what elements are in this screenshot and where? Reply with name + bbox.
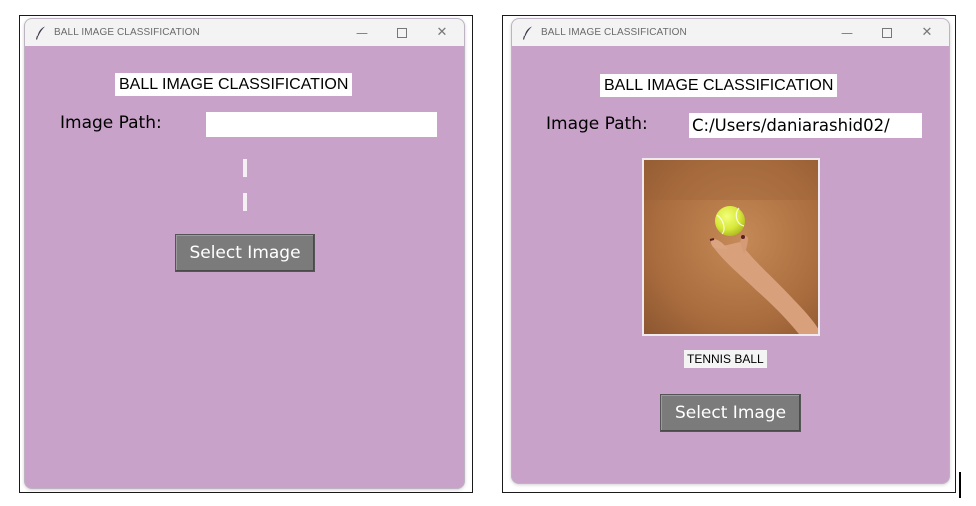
maximize-button[interactable]: [867, 19, 907, 46]
maximize-icon: [397, 27, 407, 38]
left-app-window: BALL IMAGE CLASSIFICATION — ✕ BALL IMAGE…: [24, 18, 465, 489]
title-bar[interactable]: BALL IMAGE CLASSIFICATION — ✕: [512, 19, 949, 46]
maximize-button[interactable]: [382, 19, 422, 46]
close-button[interactable]: ✕: [907, 19, 947, 46]
separator-top: [243, 159, 247, 177]
right-app-window: BALL IMAGE CLASSIFICATION — ✕ BALL IMAGE…: [511, 18, 950, 484]
close-icon: ✕: [436, 25, 448, 40]
select-image-button[interactable]: Select Image: [660, 394, 801, 432]
minimize-icon: —: [841, 25, 853, 40]
image-path-label: Image Path:: [546, 114, 648, 134]
maximize-icon: [882, 27, 892, 38]
select-image-button[interactable]: Select Image: [175, 234, 315, 272]
separator-bottom: [243, 193, 247, 211]
window-title: BALL IMAGE CLASSIFICATION: [54, 27, 200, 38]
minimize-icon: —: [356, 25, 368, 40]
window-title: BALL IMAGE CLASSIFICATION: [541, 27, 687, 38]
classification-result: TENNIS BALL: [684, 350, 767, 368]
image-path-input[interactable]: [206, 112, 437, 137]
feather-icon: [522, 26, 532, 40]
close-button[interactable]: ✕: [422, 19, 462, 46]
window-content: BALL IMAGE CLASSIFICATION Image Path: C:…: [512, 46, 949, 483]
window-content: BALL IMAGE CLASSIFICATION Image Path: Se…: [25, 46, 464, 488]
ball-image: [642, 158, 820, 336]
close-icon: ✕: [921, 25, 933, 40]
minimize-button[interactable]: —: [827, 19, 867, 46]
feather-icon: [35, 26, 45, 40]
app-heading: BALL IMAGE CLASSIFICATION: [600, 74, 838, 97]
tennis-ball-photo: [644, 160, 818, 334]
image-path-label: Image Path:: [60, 113, 162, 133]
minimize-button[interactable]: —: [342, 19, 382, 46]
text-cursor: [959, 472, 961, 498]
app-heading: BALL IMAGE CLASSIFICATION: [115, 73, 353, 96]
title-bar[interactable]: BALL IMAGE CLASSIFICATION — ✕: [25, 19, 464, 46]
image-path-input[interactable]: [689, 113, 922, 138]
